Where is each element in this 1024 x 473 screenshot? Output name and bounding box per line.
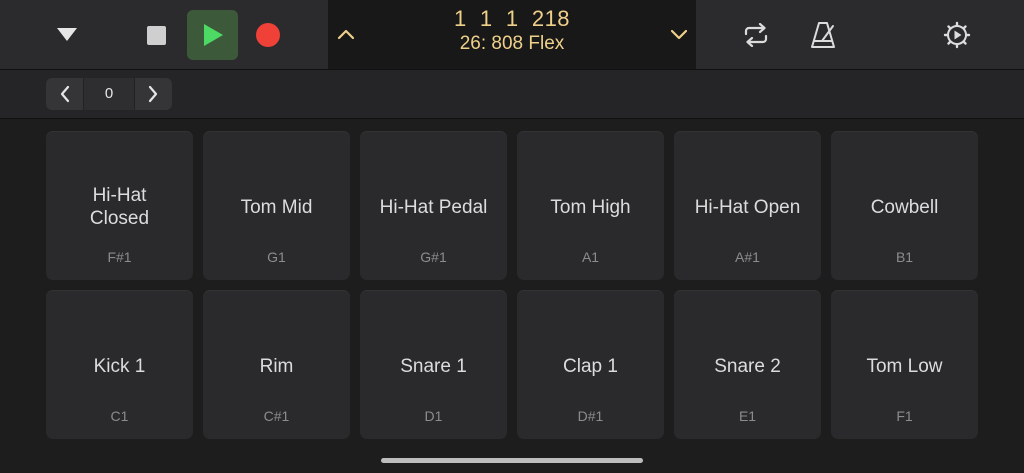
pad-note: B1	[895, 249, 914, 265]
metronome-button[interactable]	[808, 19, 838, 51]
pad-note: D1	[424, 408, 443, 424]
pad-name: Snare 2	[714, 355, 781, 377]
bank-prev-button[interactable]	[46, 78, 83, 110]
chevron-down-icon[interactable]	[669, 24, 689, 44]
play-icon	[203, 24, 223, 46]
patch-name: 26: 808 Flex	[459, 33, 565, 54]
pad-name: Cowbell	[870, 196, 939, 218]
drum-pad[interactable]: Clap 1 D#1	[517, 290, 664, 439]
pad-note: C#1	[263, 408, 290, 424]
drum-pad[interactable]: Kick 1 C1	[46, 290, 193, 439]
playhead-position: 1 1 1 218	[453, 6, 571, 31]
metronome-icon	[811, 22, 835, 48]
pad-note: C1	[110, 408, 129, 424]
record-icon	[256, 23, 280, 47]
pad-name: Clap 1	[563, 355, 618, 377]
drum-pad[interactable]: Cowbell B1	[831, 131, 978, 280]
stop-icon	[146, 25, 166, 45]
drum-pad[interactable]: Hi-Hat Closed F#1	[46, 131, 193, 280]
drum-pad[interactable]: Hi-Hat Pedal G#1	[360, 131, 507, 280]
pad-note: G1	[267, 249, 286, 265]
pad-note: A#1	[735, 249, 760, 265]
pad-name: Tom Mid	[240, 196, 313, 218]
record-button[interactable]	[254, 21, 282, 49]
pad-name: Rim	[259, 355, 294, 377]
control-bar: 1 1 1 218 26: 808 Flex	[0, 0, 1024, 69]
home-indicator[interactable]	[381, 458, 643, 463]
settings-button[interactable]	[941, 19, 973, 51]
drum-pad[interactable]: Snare 1 D1	[360, 290, 507, 439]
drum-pad[interactable]: Snare 2 E1	[674, 290, 821, 439]
bank-stepper: 0	[46, 78, 172, 110]
pad-name: Snare 1	[400, 355, 467, 377]
pad-note: E1	[738, 408, 757, 424]
cycle-button[interactable]	[740, 20, 772, 50]
pad-name: Tom High	[550, 196, 631, 218]
chevron-right-icon	[149, 85, 158, 103]
drum-pad[interactable]: Tom High A1	[517, 131, 664, 280]
pad-note: D#1	[577, 408, 604, 424]
drum-pad[interactable]: Tom Low F1	[831, 290, 978, 439]
stop-button[interactable]	[142, 21, 170, 49]
pad-note: F#1	[107, 249, 132, 265]
drum-pad[interactable]: Rim C#1	[203, 290, 350, 439]
play-button[interactable]	[187, 10, 238, 60]
bank-value: 0	[83, 78, 135, 110]
pad-note: F1	[896, 408, 913, 424]
bank-next-button[interactable]	[135, 78, 172, 110]
pad-note: G#1	[420, 249, 447, 265]
drum-pad-grid: Hi-Hat Closed F#1 Tom Mid G1 Hi-Hat Peda…	[46, 131, 978, 439]
pad-name: Tom Low	[866, 355, 943, 377]
dropdown-triangle-icon[interactable]	[53, 22, 81, 48]
pad-name: Hi-Hat Open	[694, 196, 801, 218]
cycle-icon	[744, 23, 768, 47]
drum-pad[interactable]: Tom Mid G1	[203, 131, 350, 280]
pad-name: Hi-Hat Pedal	[379, 196, 488, 218]
lcd-display[interactable]: 1 1 1 218 26: 808 Flex	[328, 0, 696, 69]
pad-name: Hi-Hat Closed	[89, 185, 150, 229]
pad-note: A1	[581, 249, 600, 265]
pad-bank-bar: 0	[0, 69, 1024, 119]
drum-pad[interactable]: Hi-Hat Open A#1	[674, 131, 821, 280]
settings-gear-icon	[943, 21, 971, 49]
pad-name: Kick 1	[93, 355, 146, 377]
chevron-left-icon	[60, 85, 69, 103]
